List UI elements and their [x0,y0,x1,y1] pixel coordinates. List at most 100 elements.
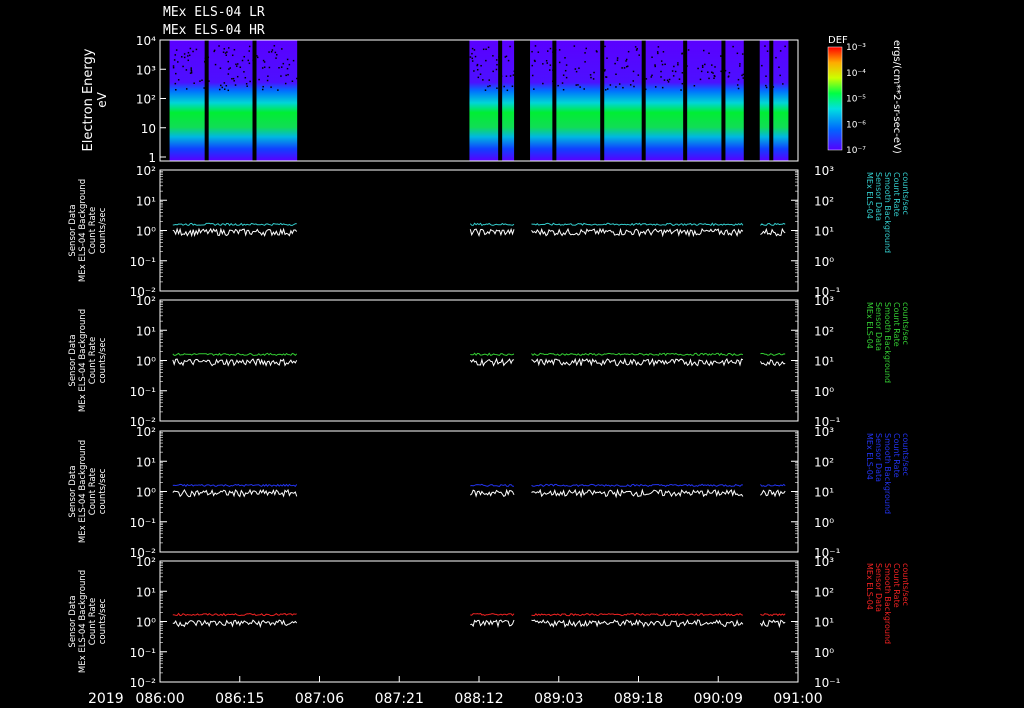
noise-speck [261,67,264,69]
noise-speck [557,84,559,87]
noise-speck [192,50,194,53]
spectrogram-ylabel: Electron Energy [81,48,96,151]
series-line [469,488,515,498]
noise-speck [602,79,604,81]
noise-speck [701,64,704,67]
noise-speck [187,51,190,54]
noise-speck [531,64,534,67]
series-line [470,352,515,356]
noise-speck [285,74,287,77]
right-axis-label: MEx ELS-04 [865,433,874,480]
noise-speck [268,66,271,69]
orbit-separator [683,40,688,161]
noise-speck [621,67,623,69]
count-rate-panel-2: 10²10¹10⁰10⁻¹10⁻²10³10²10¹10⁰10⁻¹Sensor … [68,294,910,429]
series-line [531,618,744,628]
left-axis-label: MEx ELS-04 Background [78,570,88,673]
noise-speck [511,85,514,88]
series-line [469,222,515,227]
count-rate-panel-1: 10²10¹10⁰10⁻¹10⁻²10³10²10¹10⁰10⁻¹Sensor … [68,164,910,299]
noise-speck [487,85,489,88]
spectrogram-segment [169,40,298,161]
noise-speck [233,80,235,82]
right-tick-label: 10⁰ [814,385,834,399]
right-tick-label: 10² [814,324,834,338]
right-axis-label: Smooth Background [883,563,892,644]
noise-speck [546,62,548,64]
noise-speck [702,49,705,52]
noise-speck [254,77,257,80]
noise-speck [262,59,265,62]
noise-speck [664,63,666,66]
noise-speck [480,64,482,67]
noise-speck [575,84,577,86]
noise-speck [266,79,269,82]
noise-speck [595,50,598,52]
noise-speck [660,76,662,78]
noise-speck [645,78,648,80]
right-axis-label: Smooth Background [883,302,892,383]
noise-speck [504,56,507,58]
noise-speck [488,79,490,81]
noise-speck [736,52,739,55]
noise-speck [233,48,236,51]
noise-speck [712,72,714,74]
noise-speck [732,45,734,48]
left-axis-label: Count Rate [88,468,98,515]
noise-speck [642,83,644,86]
noise-speck [227,60,229,63]
noise-speck [629,84,632,86]
noise-speck [578,67,580,69]
noise-speck [549,64,552,66]
noise-speck [175,49,178,51]
noise-speck [666,79,669,82]
noise-speck [495,59,498,61]
noise-speck [672,75,675,77]
left-tick-label: 10² [136,425,156,439]
noise-speck [542,82,544,85]
left-axis-label: MEx ELS-04 Background [78,309,88,412]
noise-speck [668,78,671,81]
noise-speck [736,84,739,86]
noise-speck [477,76,480,79]
noise-speck [177,61,179,63]
spectrogram-ylabel-unit: eV [95,91,109,107]
series-line [531,352,744,357]
noise-speck [213,49,216,52]
noise-speck [693,85,696,87]
right-tick-label: 10² [814,194,834,208]
noise-speck [720,70,722,73]
time-tick-label: 087:21 [375,691,424,707]
right-axis-label: counts/sec [901,433,910,476]
orbit-separator [769,40,774,161]
right-axis-label: counts/sec [901,302,910,345]
noise-speck [248,62,251,65]
noise-speck [243,55,245,58]
noise-speck [190,67,192,69]
series-line [759,359,786,367]
noise-speck [218,88,221,91]
noise-speck [492,70,494,73]
right-axis-label: Sensor Data [874,172,883,221]
noise-speck [575,70,578,73]
noise-speck [182,65,184,68]
noise-speck [291,80,294,82]
noise-speck [175,89,177,91]
noise-speck [564,57,566,59]
header-title-hr: MEx ELS-04 HR [163,23,265,38]
noise-speck [506,89,509,92]
noise-speck [678,78,681,80]
noise-speck [188,54,191,57]
noise-speck [231,77,233,80]
noise-speck [579,86,581,88]
noise-speck [721,56,724,59]
noise-speck [737,78,740,81]
time-tick-label: 088:12 [454,691,503,707]
right-tick-label: 10² [814,585,834,599]
noise-speck [622,86,624,89]
time-tick-label: 089:03 [534,691,583,707]
right-axis-label: MEx ELS-04 [865,302,874,349]
spectrogram-segment [759,40,789,161]
noise-speck [548,69,551,71]
series-line [470,612,515,617]
